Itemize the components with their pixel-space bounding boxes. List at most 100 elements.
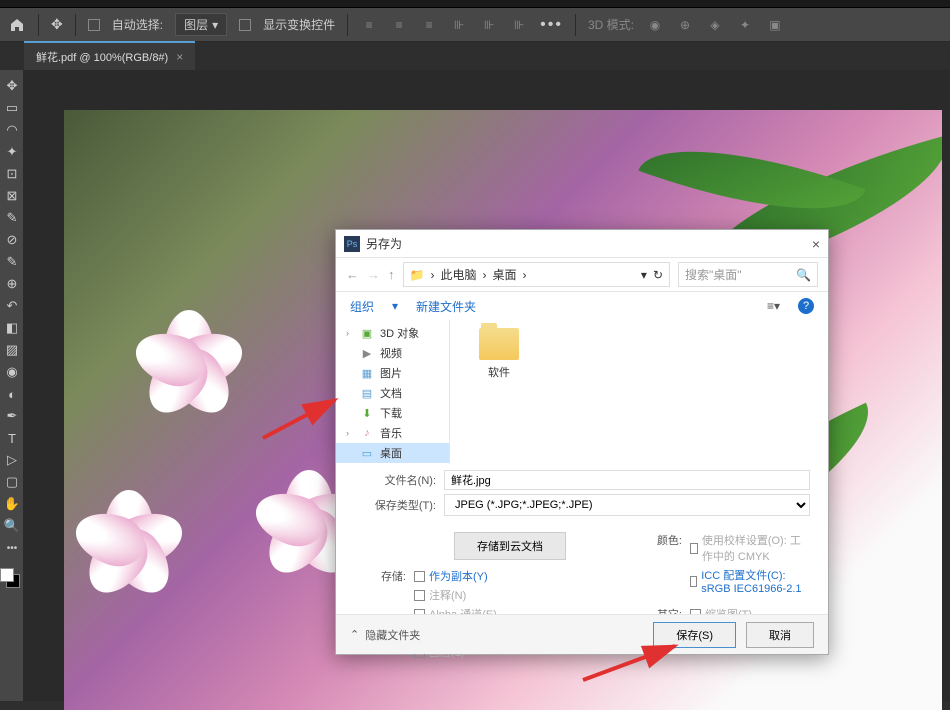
3d-icon[interactable]: ◉ <box>646 16 664 34</box>
music-icon: ♪ <box>360 427 374 439</box>
up-icon[interactable]: ↑ <box>388 267 395 282</box>
blur-tool-icon[interactable]: ◉ <box>0 362 24 382</box>
align-icon[interactable]: ⊪ <box>510 16 528 34</box>
3d-icon[interactable]: ◈ <box>706 16 724 34</box>
marquee-tool-icon[interactable]: ▭ <box>0 98 24 118</box>
align-icon[interactable]: ⊪ <box>450 16 468 34</box>
more-icon[interactable]: ••• <box>540 16 563 34</box>
filename-input[interactable] <box>444 470 810 490</box>
sidebar: › ▣ 3D 对象 ▶ 视频 ▦ 图片 ▤ 文档 ⬇ 下 <box>336 320 450 464</box>
sidebar-item-documents[interactable]: ▤ 文档 <box>336 383 449 403</box>
gradient-tool-icon[interactable]: ▨ <box>0 340 24 360</box>
magic-wand-tool-icon[interactable]: ✦ <box>0 142 24 162</box>
eyedropper-tool-icon[interactable]: ✎ <box>0 208 24 228</box>
top-menu-bar <box>0 0 950 8</box>
sidebar-item-downloads[interactable]: ⬇ 下载 <box>336 403 449 423</box>
chevron-down-icon[interactable]: ▾ <box>641 268 647 282</box>
filetype-select[interactable]: JPEG (*.JPG;*.JPEG;*.JPE) <box>444 494 810 516</box>
move-tool-icon[interactable]: ✥ <box>51 16 63 33</box>
save-button[interactable]: 保存(S) <box>653 622 736 648</box>
lasso-tool-icon[interactable]: ◠ <box>0 120 24 140</box>
icc-checkbox[interactable]: ICC 配置文件(C): sRGB IEC61966-2.1 <box>690 567 810 595</box>
3d-icon[interactable]: ✦ <box>736 16 754 34</box>
tab-title: 鲜花.pdf @ 100%(RGB/8#) <box>36 49 168 65</box>
video-icon: ▶ <box>360 347 374 359</box>
move-tool-icon[interactable]: ✥ <box>0 76 24 96</box>
breadcrumb[interactable]: 📁 › 此电脑 › 桌面 › ▾ ↻ <box>403 262 671 287</box>
folder-label: 软件 <box>488 364 510 380</box>
align-icon[interactable]: ≡ <box>390 16 408 34</box>
close-icon[interactable]: × <box>176 50 183 64</box>
eraser-tool-icon[interactable]: ◧ <box>0 318 24 338</box>
divider <box>575 14 576 36</box>
hand-tool-icon[interactable]: ✋ <box>0 494 24 514</box>
desktop-icon: ▭ <box>360 447 374 459</box>
sidebar-item-desktop[interactable]: ▭ 桌面 <box>336 443 449 463</box>
tools-panel: ✥ ▭ ◠ ✦ ⊡ ⊠ ✎ ⊘ ✎ ⊕ ↶ ◧ ▨ ◉ ◐ ✒ T ▷ ▢ ✋ … <box>0 70 24 701</box>
as-copy-checkbox[interactable]: 作为副本(Y) <box>414 568 610 584</box>
dialog-title-text: 另存为 <box>366 235 402 252</box>
proof-checkbox[interactable]: 使用校样设置(O): 工作中的 CMYK <box>690 532 810 564</box>
search-input[interactable]: 搜索"桌面" 🔍 <box>678 262 818 287</box>
frame-tool-icon[interactable]: ⊠ <box>0 186 24 206</box>
3d-icon[interactable]: ⊕ <box>676 16 694 34</box>
brush-tool-icon[interactable]: ✎ <box>0 252 24 272</box>
help-icon[interactable]: ? <box>798 298 814 314</box>
document-tab[interactable]: 鲜花.pdf @ 100%(RGB/8#) × <box>24 41 195 71</box>
cancel-button[interactable]: 取消 <box>746 622 814 648</box>
sidebar-item-3d[interactable]: › ▣ 3D 对象 <box>336 323 449 343</box>
save-cloud-button[interactable]: 存储到云文档 <box>454 532 566 560</box>
breadcrumb-desktop[interactable]: 桌面 <box>492 266 516 283</box>
layer-dropdown[interactable]: 图层 ▾ <box>175 13 227 36</box>
chevron-up-icon: ⌃ <box>350 628 359 641</box>
path-tool-icon[interactable]: ▷ <box>0 450 24 470</box>
folder-icon: 📁 <box>410 268 425 282</box>
new-folder-button[interactable]: 新建文件夹 <box>416 298 476 315</box>
view-icon[interactable]: ≡▾ <box>767 299 780 313</box>
3d-mode-label: 3D 模式: <box>588 16 634 33</box>
shape-tool-icon[interactable]: ▢ <box>0 472 24 492</box>
dodge-tool-icon[interactable]: ◐ <box>0 384 24 404</box>
healing-tool-icon[interactable]: ⊘ <box>0 230 24 250</box>
align-icon[interactable]: ⊪ <box>480 16 498 34</box>
foreground-color[interactable] <box>0 568 14 582</box>
annotations-checkbox[interactable]: 注释(N) <box>414 587 610 603</box>
cube-icon: ▣ <box>360 327 374 339</box>
organize-button[interactable]: 组织 <box>350 298 374 315</box>
sidebar-item-pictures[interactable]: ▦ 图片 <box>336 363 449 383</box>
forward-icon[interactable]: → <box>367 267 380 282</box>
breadcrumb-pc[interactable]: 此电脑 <box>440 266 476 283</box>
pen-tool-icon[interactable]: ✒ <box>0 406 24 426</box>
folder-icon <box>479 328 519 360</box>
color-swatches[interactable] <box>0 568 23 588</box>
options-bar: ✥ 自动选择: 图层 ▾ 显示变换控件 ≡ ≡ ≡ ⊪ ⊪ ⊪ ••• 3D 模… <box>0 8 950 42</box>
show-transform-checkbox[interactable] <box>239 19 251 31</box>
3d-icon[interactable]: ▣ <box>766 16 784 34</box>
dropdown-icon[interactable]: ▾ <box>392 299 398 313</box>
align-icon[interactable]: ≡ <box>360 16 378 34</box>
close-icon[interactable]: × <box>812 236 820 252</box>
auto-select-checkbox[interactable] <box>88 19 100 31</box>
home-icon[interactable] <box>8 16 26 34</box>
download-icon: ⬇ <box>360 407 374 419</box>
back-icon[interactable]: ← <box>346 267 359 282</box>
stamp-tool-icon[interactable]: ⊕ <box>0 274 24 294</box>
dialog-fields: 文件名(N): 保存类型(T): JPEG (*.JPG;*.JPEG;*.JP… <box>336 464 828 526</box>
divider <box>75 14 76 36</box>
align-icon[interactable]: ≡ <box>420 16 438 34</box>
refresh-icon[interactable]: ↻ <box>653 268 663 282</box>
chevron-right-icon: › <box>346 328 354 338</box>
file-list-area[interactable]: 软件 <box>450 320 828 464</box>
history-brush-icon[interactable]: ↶ <box>0 296 24 316</box>
edit-toolbar-icon[interactable]: ••• <box>0 538 24 558</box>
sidebar-item-video[interactable]: ▶ 视频 <box>336 343 449 363</box>
folder-item[interactable]: 软件 <box>464 328 534 380</box>
show-transform-label: 显示变换控件 <box>263 16 335 33</box>
photoshop-icon: Ps <box>344 236 360 252</box>
hide-folders-toggle[interactable]: ⌃ 隐藏文件夹 <box>350 627 420 643</box>
filename-label: 文件名(N): <box>354 472 444 488</box>
zoom-tool-icon[interactable]: 🔍 <box>0 516 24 536</box>
type-tool-icon[interactable]: T <box>0 428 24 448</box>
crop-tool-icon[interactable]: ⊡ <box>0 164 24 184</box>
sidebar-item-music[interactable]: › ♪ 音乐 <box>336 423 449 443</box>
